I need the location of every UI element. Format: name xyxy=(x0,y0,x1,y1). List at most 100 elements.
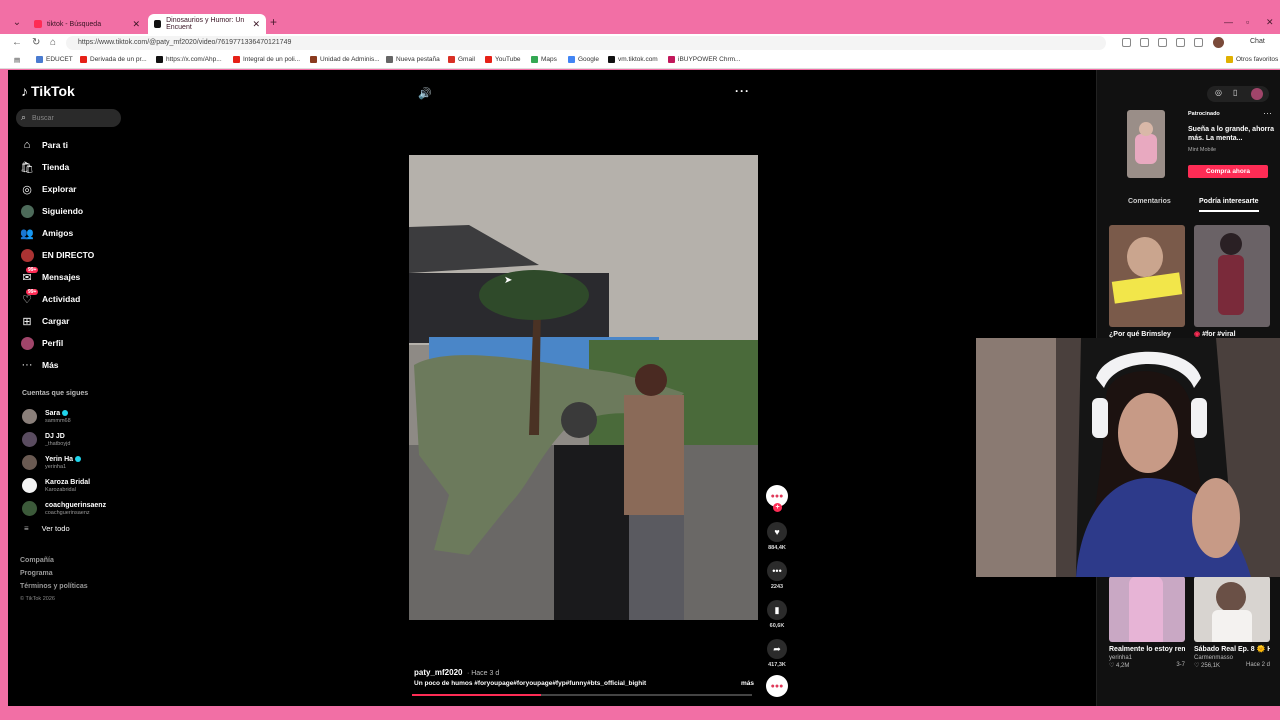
screen: ⌄ tiktok - Búsqueda ✕ Dinosaurios y Humo… xyxy=(0,0,1280,720)
tab-suggestions[interactable]: Podría interesarte xyxy=(1199,198,1259,212)
bookmark-item[interactable]: EDUCET xyxy=(36,56,73,63)
heart-icon: ♥ xyxy=(767,522,787,542)
other-bookmarks[interactable]: Otros favoritos xyxy=(1226,56,1278,63)
bookmark-item[interactable]: Derivada de un pr... xyxy=(80,56,147,63)
sidebar-item-amigos[interactable]: 👥 Amigos xyxy=(20,222,94,244)
maximize-icon[interactable]: ▫ xyxy=(1246,17,1249,27)
comment-button[interactable]: ••• 2243 xyxy=(765,561,789,590)
music-disc[interactable]: ●●● xyxy=(766,675,788,697)
extension-icon[interactable] xyxy=(1140,38,1149,47)
suggested-video[interactable]: Sábado Real Ep. 8 🌞 Hoy ha sido... Carme… xyxy=(1194,576,1270,669)
creator-avatar: ●●● + xyxy=(766,485,788,512)
suggested-video[interactable]: ◉ #for #viral xyxy=(1194,225,1270,339)
tab-menu-icon[interactable]: ⌄ xyxy=(10,16,24,30)
bookmark-item[interactable]: https://x.com/Ahp... xyxy=(156,56,222,63)
following-account[interactable]: Sara sammm68 xyxy=(22,405,106,428)
bookmark-item[interactable]: vm.tiktok.com xyxy=(608,56,658,63)
video-player[interactable] xyxy=(409,155,758,620)
tab-close-icon[interactable]: ✕ xyxy=(252,19,260,30)
creator-avatar-button[interactable]: ●●● + xyxy=(765,485,789,512)
new-tab-button[interactable]: + xyxy=(270,15,277,29)
following-account[interactable]: Yerin Ha yerinha1 xyxy=(22,451,106,474)
sidebar-item-mas[interactable]: ··· Más xyxy=(20,354,94,376)
avatar xyxy=(22,501,37,516)
sidebar-item-para-ti[interactable]: ⌂ Para ti xyxy=(20,134,94,156)
sidebar-item-perfil[interactable]: Perfil xyxy=(20,332,94,354)
share-icon: ➦ xyxy=(767,639,787,659)
youtube-icon xyxy=(80,56,87,63)
see-all-button[interactable]: ≡ Ver todo xyxy=(24,524,70,533)
reload-icon[interactable]: ↻ xyxy=(32,37,40,48)
video-meta: paty_mf2020 · Hace 3 d Un poco de humos … xyxy=(414,668,754,687)
tiktok-note-icon: ♪ xyxy=(21,83,28,99)
tiktok-logo[interactable]: ♪ TikTok xyxy=(21,83,75,99)
bookmark-item[interactable]: Nueva pestaña xyxy=(386,56,440,63)
url-input[interactable]: https://www.tiktok.com/@paty_mf2020/vide… xyxy=(66,36,1106,50)
search-input[interactable] xyxy=(32,111,117,125)
bookmark-item[interactable]: Maps xyxy=(531,56,557,63)
sponsored-label: Patrocinado xyxy=(1188,111,1220,117)
sidebar-footer: Compañía Programa Términos y políticas ©… xyxy=(20,557,88,609)
following-account[interactable]: coachguerinsaenz coachguerinsaenz xyxy=(22,497,106,520)
footer-link-program[interactable]: Programa xyxy=(20,570,88,583)
home-icon[interactable]: ⌂ xyxy=(50,37,56,48)
sidebar-nav: ⌂ Para ti 🛍 Tienda ◎ Explorar Siguiendo … xyxy=(20,134,94,376)
following-account[interactable]: Karoza Bridal Karozabridal xyxy=(22,474,106,497)
bookmark-item[interactable]: Google xyxy=(568,56,599,63)
sidebar-item-tienda[interactable]: 🛍 Tienda xyxy=(20,156,94,178)
volume-icon[interactable]: 🔊 xyxy=(418,87,432,100)
bookmark-item[interactable]: iBUYPOWER Chrm... xyxy=(668,56,740,63)
footer-link-terms[interactable]: Términos y políticas xyxy=(20,583,88,596)
comment-icon: ••• xyxy=(767,561,787,581)
live-icon xyxy=(20,248,34,262)
activity-badge: 99+ xyxy=(26,289,39,295)
extension-icon[interactable] xyxy=(1122,38,1131,47)
list-icon: ≡ xyxy=(24,524,29,533)
save-button[interactable]: ▮ 60,6K xyxy=(765,600,789,629)
gmail-icon xyxy=(448,56,455,63)
chat-button[interactable]: Chat xyxy=(1250,38,1265,45)
downloads-icon[interactable] xyxy=(1194,38,1203,47)
bookmark-item[interactable]: Gmail xyxy=(448,56,475,63)
like-button[interactable]: ♥ 884,4K xyxy=(765,522,789,551)
back-icon[interactable]: ← xyxy=(12,37,22,48)
collections-icon[interactable] xyxy=(1176,38,1185,47)
browser-profile-avatar[interactable] xyxy=(1213,37,1224,48)
sidebar-item-explorar[interactable]: ◎ Explorar xyxy=(20,178,94,200)
following-account[interactable]: DJ JD _thatboyjd xyxy=(22,428,106,451)
bookmark-item[interactable]: YouTube xyxy=(485,56,521,63)
close-window-icon[interactable]: ✕ xyxy=(1266,17,1274,28)
video-progress-bar[interactable] xyxy=(412,694,752,696)
device-icon[interactable]: ▯ xyxy=(1233,88,1237,97)
webcam-frame xyxy=(976,338,1280,577)
tab-active-video[interactable]: Dinosaurios y Humor: Un Encuent ✕ xyxy=(148,14,266,34)
footer-link-company[interactable]: Compañía xyxy=(20,557,88,570)
tab-close-icon[interactable]: ✕ xyxy=(132,19,140,30)
share-button[interactable]: ➦ 417,3K xyxy=(765,639,789,668)
sidebar-item-siguiendo[interactable]: Siguiendo xyxy=(20,200,94,222)
maps-icon xyxy=(531,56,538,63)
sidebar-item-en-directo[interactable]: EN DIRECTO xyxy=(20,244,94,266)
follow-plus-icon[interactable]: + xyxy=(773,503,782,512)
suggested-video[interactable]: ¿Por qué Brimsley xyxy=(1109,225,1185,339)
more-text-button[interactable]: más xyxy=(741,680,754,687)
ad-more-icon[interactable]: ··· xyxy=(1263,108,1272,118)
bookmark-item[interactable]: Integral de un poli... xyxy=(233,56,300,63)
bookmarks-toggle-icon[interactable]: ▤ xyxy=(14,56,20,64)
sidebar-item-mensajes[interactable]: ✉ 99+ Mensajes xyxy=(20,266,94,288)
compass-icon[interactable]: ◎ xyxy=(1215,88,1222,97)
bookmark-item[interactable]: Unidad de Adminis... xyxy=(310,56,380,63)
sidebar-item-cargar[interactable]: ⊞ Cargar xyxy=(20,310,94,332)
ad-thumbnail[interactable] xyxy=(1127,110,1165,178)
live-icon: ◉ xyxy=(1194,331,1203,338)
suggested-video[interactable]: Realmente lo estoy remetiend... yerinha1… xyxy=(1109,576,1185,669)
buy-now-button[interactable]: Compra ahora xyxy=(1188,165,1268,178)
sidebar-item-actividad[interactable]: ♡ 99+ Actividad xyxy=(20,288,94,310)
minimize-icon[interactable]: — xyxy=(1224,17,1233,27)
video-username[interactable]: paty_mf2020 xyxy=(414,668,462,677)
favorites-icon[interactable] xyxy=(1158,38,1167,47)
tab-search[interactable]: tiktok - Búsqueda ✕ xyxy=(28,14,146,34)
tab-comments[interactable]: Comentarios xyxy=(1128,198,1171,205)
profile-avatar[interactable] xyxy=(1251,88,1263,100)
more-options-icon[interactable]: ··· xyxy=(735,84,750,98)
